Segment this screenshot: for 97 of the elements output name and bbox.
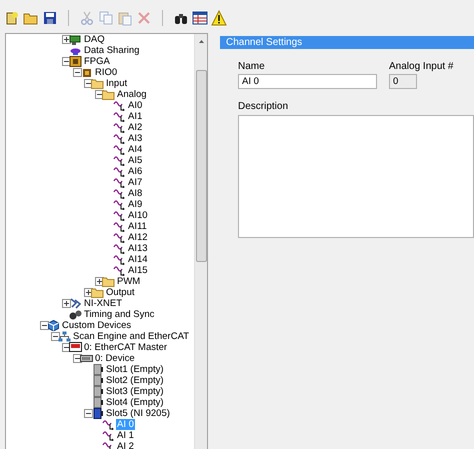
wave-icon [113,100,126,111]
wave-icon [113,232,126,243]
tree-item[interactable]: Analog [116,89,148,100]
wave-icon [113,221,126,232]
tree-item[interactable]: AI10 [127,210,149,221]
tree-item[interactable]: AI1 [127,111,144,122]
tree-item[interactable]: AI12 [127,232,149,243]
save-icon[interactable] [42,10,58,26]
network-icon [58,331,71,342]
tree-item[interactable]: NI-XNET [83,298,123,309]
wave-icon [113,188,126,199]
expand-icon[interactable] [62,35,71,44]
tree-item[interactable]: AI14 [127,254,149,265]
tree-item[interactable]: AI4 [127,144,144,155]
tree-item[interactable]: AI3 [127,133,144,144]
folder-icon [91,287,104,298]
tree-item[interactable]: Timing and Sync [83,309,156,320]
folder-icon [102,89,115,100]
tree-item[interactable]: AI9 [127,199,144,210]
tree-item[interactable]: AI 1 [116,430,135,441]
tree-item[interactable]: Slot2 (Empty) [105,375,165,386]
slot-icon [91,397,104,408]
tree-item[interactable]: 0: Device [94,353,136,364]
table-icon[interactable] [192,10,208,26]
tree-item[interactable]: AI8 [127,188,144,199]
tree-item[interactable]: Input [105,78,128,89]
wave-icon [113,265,126,276]
tree-item[interactable]: AI5 [127,155,144,166]
tree-item[interactable]: Slot4 (Empty) [105,397,165,408]
tree-item[interactable]: AI13 [127,243,149,254]
wave-icon [113,177,126,188]
wave-icon [113,166,126,177]
collapse-icon[interactable] [73,354,82,363]
wave-icon [113,254,126,265]
field-label: Name [238,61,266,73]
input-field[interactable]: AI 0 [238,74,377,89]
collapse-icon[interactable] [40,321,49,330]
tree-item[interactable]: Scan Engine and EtherCAT [72,331,190,342]
field-label: Description [238,101,290,113]
tree-item[interactable]: 0: EtherCAT Master [83,342,168,353]
tree-item[interactable]: FPGA [83,56,111,67]
tree-item[interactable]: RIO0 [94,67,118,78]
wave-icon [102,419,115,430]
tree-item[interactable]: AI7 [127,177,144,188]
tree-item[interactable]: Slot5 (NI 9205) [105,408,171,419]
collapse-icon[interactable] [62,57,71,66]
tree-item[interactable]: AI6 [127,166,144,177]
wave-icon [113,133,126,144]
tree-item[interactable]: Slot3 (Empty) [105,386,165,397]
tree-item[interactable]: AI2 [127,122,144,133]
wave-icon [113,199,126,210]
collapse-icon[interactable] [95,90,104,99]
scrollbar[interactable] [194,34,207,449]
collapse-icon[interactable] [84,79,93,88]
warning-icon[interactable] [211,10,227,26]
folder-icon [102,276,115,287]
new-project-icon[interactable] [4,10,20,26]
scroll-thumb[interactable] [196,70,206,262]
expand-icon[interactable] [84,288,93,297]
tree-item[interactable]: Custom Devices [61,320,132,331]
wave-icon [113,243,126,254]
card-icon [69,34,82,45]
wave-icon [113,144,126,155]
collapse-icon[interactable] [62,343,71,352]
tree-item[interactable]: AI 2 [116,441,135,449]
expand-icon[interactable] [62,299,71,308]
panel-header: Channel Settings [220,36,474,49]
wave-icon [113,122,126,133]
tree-item[interactable]: Data Sharing [83,45,140,56]
tree-item[interactable]: Slot1 (Empty) [105,364,165,375]
device-icon [80,353,93,364]
wave-icon [113,111,126,122]
module-icon [91,408,104,419]
wave-icon [102,430,115,441]
chip-icon [69,56,82,67]
expand-icon[interactable] [95,277,104,286]
description-field[interactable] [238,115,474,238]
tree-item[interactable]: AI11 [127,221,148,232]
wave-icon [113,155,126,166]
wave-icon [113,210,126,221]
slot-icon [91,386,104,397]
slot-icon [91,364,104,375]
tree-item[interactable]: AI15 [127,265,149,276]
cube-icon [47,320,60,331]
field-label: Analog Input # [389,61,454,73]
tree-item[interactable]: Output [105,287,136,298]
collapse-icon[interactable] [51,332,60,341]
chip-icon [80,67,93,78]
tree-item[interactable]: DAQ [83,34,106,45]
collapse-icon[interactable] [73,68,82,77]
tree-item[interactable]: PWM [116,276,142,287]
collapse-icon[interactable] [84,409,93,418]
monitor-icon [69,342,82,353]
folder-icon [91,78,104,89]
slot-icon [91,375,104,386]
input-field[interactable]: 0 [389,74,417,89]
tree-item[interactable]: AI0 [127,100,144,111]
